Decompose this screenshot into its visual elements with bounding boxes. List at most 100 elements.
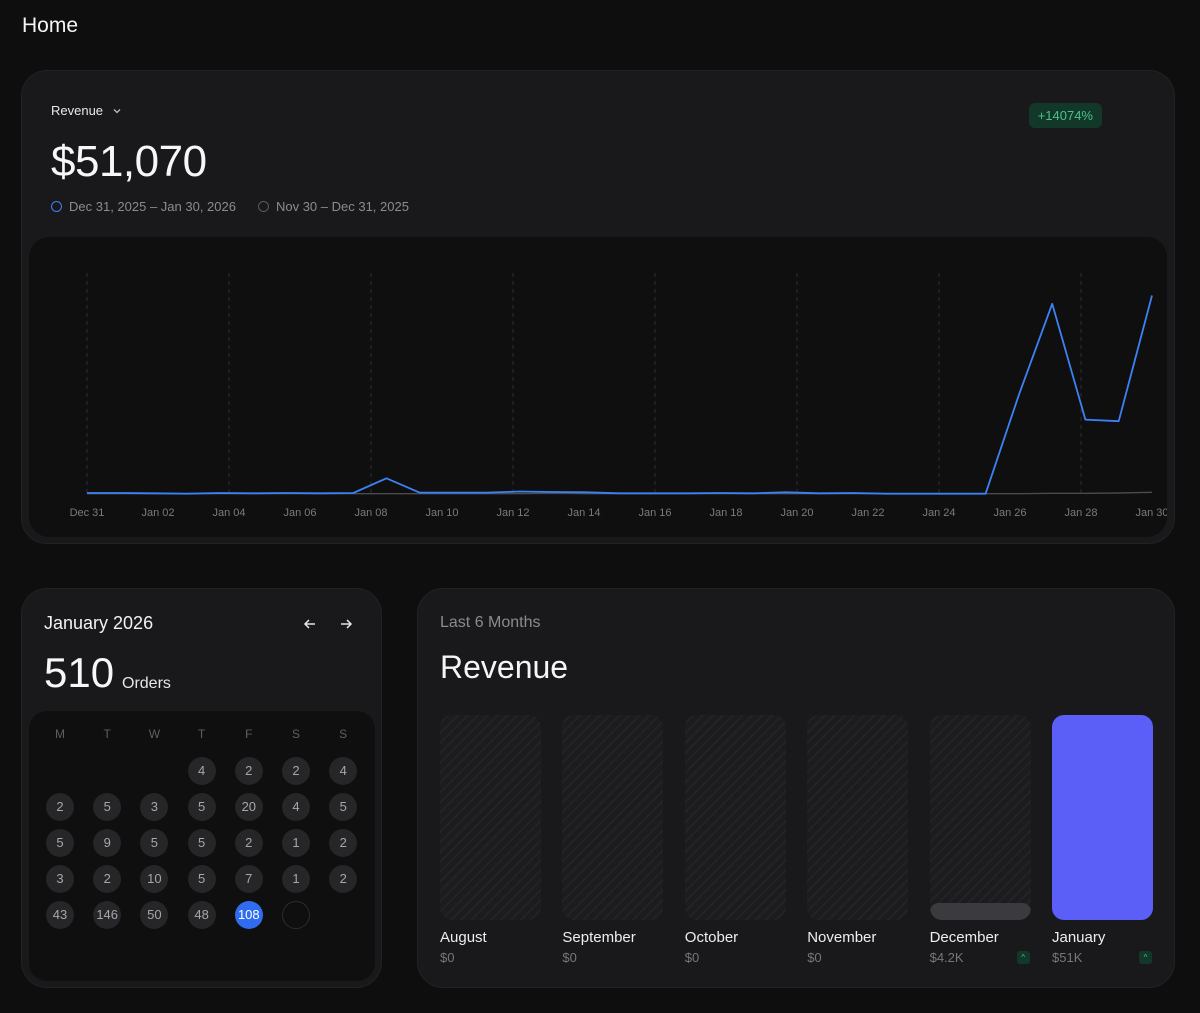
calendar-day[interactable]: 5 [187,865,216,893]
next-month-button[interactable] [335,613,357,635]
calendar-day[interactable]: 2 [282,757,310,785]
month-bar-november[interactable] [807,715,909,920]
month-amount: $0 [562,950,577,965]
calendar-day[interactable]: 4 [329,757,358,785]
weekday-label: F [245,727,253,741]
month-bar-september[interactable] [562,715,664,920]
weekday-label: T [103,727,111,741]
month-name: December [929,929,999,946]
arrow-left-icon [303,619,315,629]
month-name: November [807,929,877,946]
calendar-day[interactable]: 5 [46,829,74,857]
month-bar-august[interactable] [440,715,541,920]
x-tick-label: Jan 04 [212,507,245,519]
weekday-label: M [55,727,65,741]
calendar-day[interactable]: 48 [187,901,216,929]
x-tick-label: Jan 02 [141,507,174,519]
chevron-down-icon [113,108,121,113]
month-amount: $51K [1052,950,1083,965]
x-tick-label: Jan 18 [709,507,742,519]
revenue-line-chart: Dec 31 Jan 02 Jan 04 Jan 06 Jan 08 Jan 10 Jan … [70,273,1167,519]
calendar-day[interactable]: 5 [329,793,358,821]
month-bar-october[interactable] [684,715,786,920]
trend-up-icon: ^ [1016,951,1030,964]
month-bar-january[interactable] [1052,715,1153,920]
trend-up-icon: ^ [1139,951,1152,964]
calendar-day[interactable]: 2 [234,757,263,785]
calendar-month: January 2026 [44,613,154,633]
weekday-label: T [197,727,206,741]
calendar-day[interactable]: 7 [234,865,263,893]
month-amount: $4.2K [929,950,964,965]
calendar-day[interactable]: 4 [282,793,310,821]
previous-range-label: Nov 30 – Dec 31, 2025 [275,199,409,214]
current-range-legend[interactable]: Dec 31, 2025 – Jan 30, 2026 [51,199,236,214]
calendar-day[interactable]: 3 [46,865,74,893]
calendar-day[interactable]: 2 [234,829,263,857]
x-tick-label: Jan 22 [851,507,884,519]
calendar-card: January 2026 510 Orders MTWTFSS422425352… [21,588,382,988]
calendar-day[interactable]: 2 [46,793,74,821]
metric-label: Revenue [51,103,104,118]
calendar-day[interactable]: 4 [187,757,216,785]
calendar-day[interactable]: 5 [93,793,122,821]
calendar-day[interactable]: 1 [282,829,310,857]
orders-label: Orders [122,675,171,692]
calendar-day[interactable]: 146 [93,901,122,929]
calendar-day[interactable]: 2 [93,865,122,893]
x-tick-label: Dec 31 [70,507,105,519]
current-range-dot-icon [51,201,62,212]
month-bar-fill [1052,715,1153,920]
weekday-label: S [291,727,300,741]
weekday-label: W [148,727,161,741]
current-range-label: Dec 31, 2025 – Jan 30, 2026 [69,199,236,214]
calendar-day[interactable]: 20 [234,793,263,821]
month-name: August [440,929,487,946]
month-name: January [1052,929,1106,946]
orders-count: 510 [44,649,115,696]
month-name: September [562,929,636,946]
calendar-day[interactable]: 5 [140,829,169,857]
calendar-day[interactable]: 5 [187,793,216,821]
calendar-grid: M T W T F S S 4 2 2 4 2 5 3 5 20 4 5 5 9 5 5 2 1 2 3 2 10 5 7 1 2 43 146 5… [29,711,375,981]
metric-selector[interactable]: Revenue [51,103,123,118]
months-subtitle: Last 6 Months [440,614,541,631]
x-tick-label: Jan 26 [993,507,1026,519]
x-tick-label: Jan 08 [354,507,387,519]
calendar-day-empty[interactable] [282,901,310,929]
x-tick-label: Jan 30 [1135,507,1167,519]
calendar-day[interactable]: 2 [329,865,358,893]
month-amount: $0 [807,950,822,965]
monthly-revenue-card: Last 6 Months Revenue August $0 September $… [417,588,1175,988]
calendar-day[interactable]: 9 [93,829,122,857]
month-bar-december[interactable] [929,715,1031,920]
growth-badge: +14074% [1028,103,1102,128]
calendar-day[interactable]: 50 [140,901,169,929]
calendar-day[interactable]: 2 [329,829,358,857]
month-bar-fill [929,903,1031,920]
weekday-label: S [339,727,348,741]
months-title: Revenue [440,649,569,685]
page-title: Home [22,14,79,37]
month-amount: $0 [440,950,455,965]
x-tick-label: Jan 28 [1064,507,1097,519]
current-period-line [87,295,1153,495]
x-tick-label: Jan 14 [567,507,600,519]
previous-range-dot-icon [257,201,269,212]
calendar-day[interactable]: 3 [140,793,169,821]
x-tick-label: Jan 16 [638,507,671,519]
calendar-day[interactable]: 108 [234,901,263,929]
x-tick-label: Jan 10 [425,507,458,519]
calendar-day[interactable]: 5 [187,829,216,857]
revenue-total: $51,070 [51,137,207,186]
calendar-day[interactable]: 43 [46,901,74,929]
month-name: October [684,929,739,946]
revenue-chart: Dec 31 Jan 02 Jan 04 Jan 06 Jan 08 Jan 10 Jan … [29,237,1167,537]
previous-range-legend[interactable]: Nov 30 – Dec 31, 2025 [257,199,409,214]
calendar-day[interactable]: 1 [282,865,310,893]
x-tick-label: Jan 06 [283,507,316,519]
revenue-card: Revenue +14074% $51,070 Dec 31, 2025 – J… [21,70,1175,544]
x-tick-label: Jan 20 [780,507,813,519]
prev-month-button[interactable] [299,613,321,635]
calendar-day[interactable]: 10 [140,865,169,893]
